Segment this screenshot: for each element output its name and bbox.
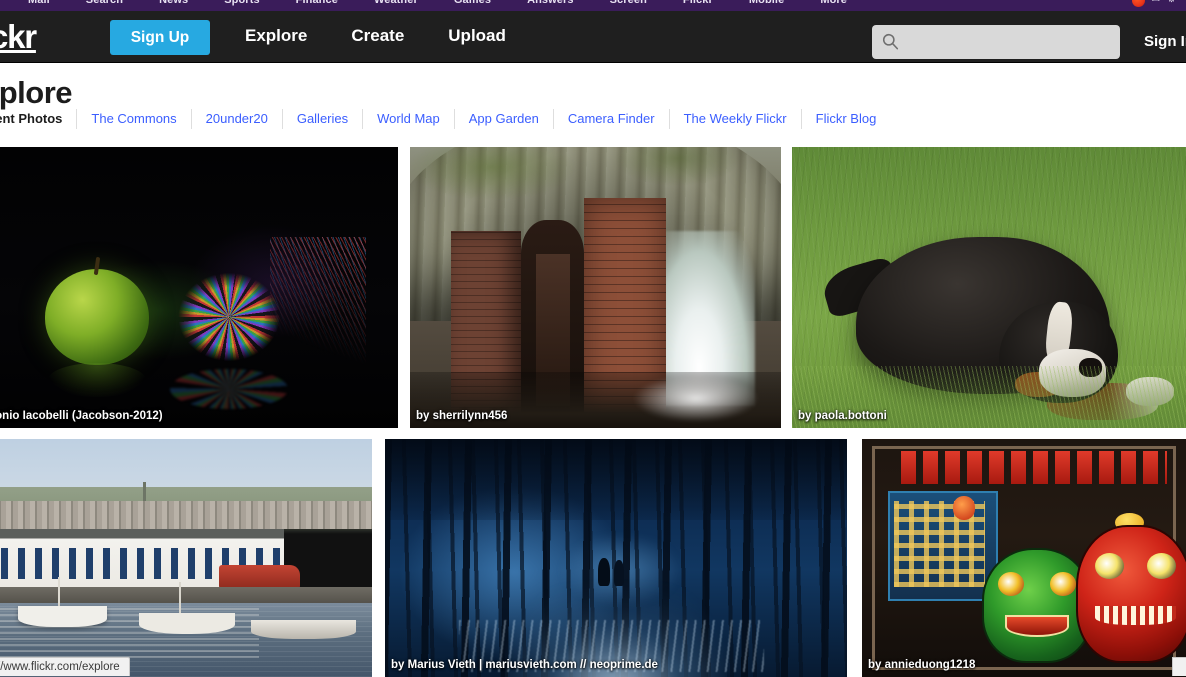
photo-image-detail <box>166 261 292 373</box>
yahoo-link-screen[interactable]: Screen <box>610 0 647 6</box>
search-input[interactable] <box>872 25 1120 59</box>
yahoo-link-weather[interactable]: Weather <box>374 0 418 6</box>
subnav-item-galleries[interactable]: Galleries <box>283 109 363 129</box>
yahoo-top-bar: Mail Search News Sports Finance Weather … <box>0 0 1186 11</box>
page-header: xplore cent Photos The Commons 20under20… <box>0 64 1186 136</box>
subnav-item-world-map[interactable]: World Map <box>363 109 455 129</box>
photo-image-detail <box>0 587 372 604</box>
photo-image-detail <box>251 620 356 639</box>
photo-tile[interactable]: by Marius Vieth | mariusvieth.com // neo… <box>385 439 847 677</box>
photo-image-detail <box>998 572 1024 596</box>
yahoo-link-mobile[interactable]: Mobile <box>749 0 784 6</box>
photo-caption: by paola.bottoni <box>792 406 1186 428</box>
photo-caption: by Marius Vieth | mariusvieth.com // neo… <box>385 655 847 677</box>
photo-image-detail <box>598 558 610 586</box>
subnav-item-recent-photos[interactable]: cent Photos <box>0 109 77 129</box>
yahoo-link-search[interactable]: Search <box>86 0 123 6</box>
yahoo-link-news[interactable]: News <box>159 0 188 6</box>
photo-image-detail <box>1095 606 1176 625</box>
photo-image-detail <box>1076 525 1186 663</box>
subnav-item-app-garden[interactable]: App Garden <box>455 109 554 129</box>
photo-caption: Antonio Iacobelli (Jacobson-2012) <box>0 406 398 428</box>
flickr-nav-bar: ickr Sign Up Explore Create Upload Sign … <box>0 11 1186 63</box>
photo-image-detail <box>18 606 106 627</box>
explore-subnav: cent Photos The Commons 20under20 Galler… <box>0 106 890 132</box>
photo-image-detail <box>45 269 149 365</box>
photo-caption: by annieduong1218 <box>862 655 1186 677</box>
photo-image-detail <box>219 565 299 589</box>
primary-nav-links: Explore Create Upload <box>245 23 506 49</box>
yahoo-bar-right: ✉ ⚙ <box>1132 0 1176 11</box>
photo-tile[interactable]: by paola.bottoni <box>792 147 1186 428</box>
photo-image-detail <box>0 501 372 530</box>
photo-image-detail <box>179 582 181 615</box>
yahoo-link-mail[interactable]: Mail <box>28 0 50 6</box>
nav-link-create[interactable]: Create <box>351 23 404 49</box>
status-bar-url: //www.flickr.com/explore <box>0 661 120 673</box>
photo-tile[interactable]: Antonio Iacobelli (Jacobson-2012) <box>0 147 398 428</box>
yahoo-links: Mail Search News Sports Finance Weather … <box>28 0 883 6</box>
gear-icon[interactable]: ⚙ <box>1167 0 1176 5</box>
photo-image-detail <box>385 439 847 520</box>
yahoo-link-answers[interactable]: Answers <box>527 0 574 6</box>
photo-image-detail <box>139 613 235 634</box>
photo-image-detail <box>1050 572 1076 596</box>
sign-up-button[interactable]: Sign Up <box>110 20 210 55</box>
photo-tile[interactable] <box>0 439 372 677</box>
mail-icon[interactable]: ✉ <box>1152 0 1160 5</box>
sign-in-link[interactable]: Sign In <box>1144 33 1186 50</box>
flickr-logo[interactable]: ickr <box>0 19 36 55</box>
subnav-item-the-weekly-flickr[interactable]: The Weekly Flickr <box>670 109 802 129</box>
photo-image-detail <box>953 496 976 520</box>
yahoo-link-flickr[interactable]: Flickr <box>683 0 713 6</box>
photo-image-detail <box>48 363 146 397</box>
subnav-item-20under20[interactable]: 20under20 <box>192 109 283 129</box>
browser-status-bar: //www.flickr.com/explore <box>0 657 130 676</box>
scrollbar-corner[interactable] <box>1172 657 1186 676</box>
yahoo-link-games[interactable]: Games <box>454 0 491 6</box>
nav-link-upload[interactable]: Upload <box>448 23 506 49</box>
photo-image-detail <box>1005 615 1070 636</box>
photo-grid: Antonio Iacobelli (Jacobson-2012) by she… <box>0 141 1186 676</box>
nav-link-explore[interactable]: Explore <box>245 23 307 49</box>
yahoo-logo-icon[interactable] <box>1132 0 1145 7</box>
yahoo-link-sports[interactable]: Sports <box>224 0 259 6</box>
photo-image-detail <box>901 451 1167 484</box>
photo-image-detail <box>170 369 288 409</box>
subnav-item-the-commons[interactable]: The Commons <box>77 109 191 129</box>
yahoo-link-finance[interactable]: Finance <box>296 0 338 6</box>
photo-caption: by sherrilynn456 <box>410 406 781 428</box>
photo-image-detail <box>58 577 60 608</box>
subnav-item-flickr-blog[interactable]: Flickr Blog <box>802 109 891 129</box>
search-container <box>872 25 1120 59</box>
photo-tile[interactable]: by annieduong1218 <box>862 439 1186 677</box>
photo-image-detail <box>614 560 624 586</box>
subnav-item-camera-finder[interactable]: Camera Finder <box>554 109 670 129</box>
photo-tile[interactable]: by sherrilynn456 <box>410 147 781 428</box>
yahoo-link-more[interactable]: More <box>820 0 847 6</box>
